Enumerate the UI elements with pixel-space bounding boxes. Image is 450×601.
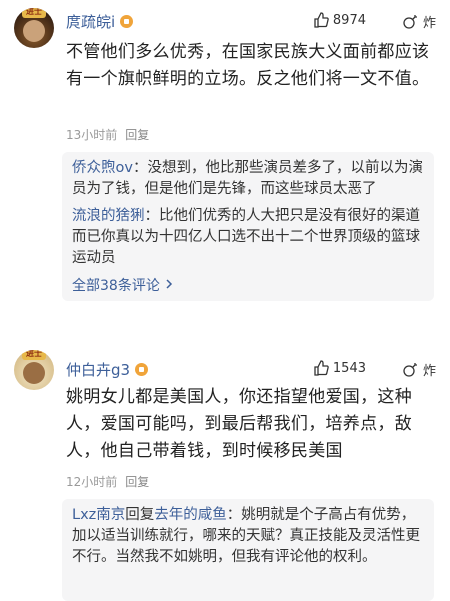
reply-item[interactable]: 侨众煦ov：没想到，他比那些演员差多了，以前以为演员为了钱，但是他们是先锋，而这… bbox=[72, 158, 424, 200]
reply-button[interactable]: 回复 bbox=[125, 128, 149, 142]
like-count: 1543 bbox=[332, 360, 366, 376]
vip-badge-icon bbox=[120, 15, 134, 28]
view-all-replies-link[interactable]: 全部38条评论 bbox=[72, 275, 424, 295]
vip-badge-icon bbox=[135, 363, 149, 376]
avatar-hat-badge: 进士 bbox=[22, 350, 46, 360]
avatar-face bbox=[23, 20, 45, 42]
reply-item[interactable]: Lxz南京回复去年的咸鱼：姚明就是个子高占有优势，加以适当训练就行，哪来的天赋？… bbox=[72, 505, 424, 568]
reply-username[interactable]: Lxz南京 bbox=[72, 507, 125, 523]
username-text: 仲白卉g3 bbox=[66, 361, 131, 379]
avatar-hat-badge: 进士 bbox=[22, 8, 46, 18]
reply-item[interactable]: 流浪的猞猁：比他们优秀的人大把只是没有很好的渠道而已你真以为十四亿人口选不出十二… bbox=[72, 206, 424, 269]
reply-button[interactable]: 回复 bbox=[125, 475, 149, 489]
comment-username[interactable]: 仲白卉g3 bbox=[66, 359, 149, 380]
avatar-face bbox=[23, 362, 45, 384]
comment-username[interactable]: 庹疏皖i bbox=[66, 11, 134, 32]
username-text: 庹疏皖i bbox=[66, 13, 116, 31]
react-button[interactable]: 炸 bbox=[402, 360, 436, 379]
comment-meta: 13小时前 回复 bbox=[66, 126, 149, 143]
avatar[interactable]: 进士 bbox=[14, 350, 54, 390]
reply-username[interactable]: 侨众煦ov bbox=[72, 160, 133, 176]
thumbs-up-icon bbox=[314, 12, 329, 28]
reply-username[interactable]: 流浪的猞猁 bbox=[72, 208, 145, 224]
reply-target-username[interactable]: 去年的咸鱼 bbox=[154, 507, 227, 523]
chevron-right-icon bbox=[166, 279, 173, 289]
bomb-icon bbox=[403, 363, 417, 377]
thumbs-up-icon bbox=[314, 360, 329, 376]
avatar[interactable]: 进士 bbox=[14, 8, 54, 48]
like-count: 8974 bbox=[332, 12, 366, 28]
comment-time: 12小时前 bbox=[66, 475, 118, 489]
react-button[interactable]: 炸 bbox=[402, 12, 436, 31]
react-label: 炸 bbox=[422, 16, 436, 31]
like-button[interactable]: 8974 bbox=[313, 12, 366, 28]
comment-text: 不管他们多么优秀，在国家民族大义面前都应该有一个旗帜鲜明的立场。反之他们将一文不… bbox=[66, 42, 430, 89]
like-button[interactable]: 1543 bbox=[313, 360, 366, 376]
view-all-replies-label: 全部38条评论 bbox=[72, 278, 160, 294]
bomb-icon bbox=[403, 15, 417, 29]
comment-meta: 12小时前 回复 bbox=[66, 473, 149, 490]
comment-time: 13小时前 bbox=[66, 128, 118, 142]
replies-box: Lxz南京回复去年的咸鱼：姚明就是个子高占有优势，加以适当训练就行，哪来的天赋？… bbox=[62, 499, 434, 601]
react-label: 炸 bbox=[422, 364, 436, 379]
replies-box: 侨众煦ov：没想到，他比那些演员差多了，以前以为演员为了钱，但是他们是先锋，而这… bbox=[62, 152, 434, 301]
reply-word: 回复 bbox=[125, 507, 155, 523]
comment-text: 姚明女儿都是美国人，你还指望他爱国，这种人，爱国可能吗，到最后帮我们，培养点，敌… bbox=[66, 387, 412, 461]
